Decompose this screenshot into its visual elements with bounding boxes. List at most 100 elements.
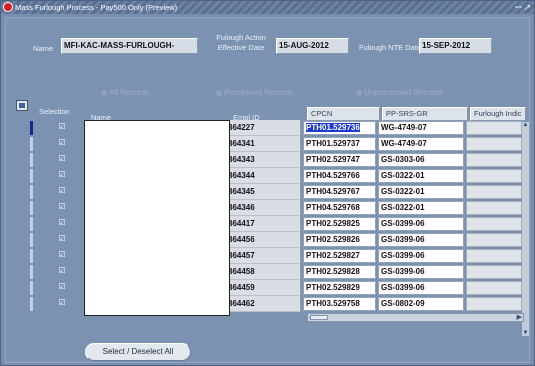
cpcn-cell[interactable]: PTH02.529828: [303, 265, 376, 279]
row-selection-indicator[interactable]: [30, 297, 33, 311]
cpcn-cell[interactable]: PTH02.529826: [303, 233, 376, 247]
furlough-indicator-cell[interactable]: [466, 153, 522, 167]
selection-checkbox[interactable]: ☑: [58, 203, 66, 211]
furlough-indicator-cell[interactable]: [466, 217, 522, 231]
title-bar[interactable]: Mass Furlough Process - Pay500 Only (Pre…: [1, 1, 534, 14]
cpcn-text: PTH02.529829: [306, 283, 360, 292]
furlough-indicator-cell[interactable]: [466, 297, 522, 311]
empl-id-cell[interactable]: 364341: [225, 136, 301, 152]
pp-srs-gr-cell[interactable]: GS-0399-06: [378, 249, 464, 263]
cpcn-cell[interactable]: PTH01.529737: [303, 137, 376, 151]
selection-checkbox[interactable]: ☑: [58, 235, 66, 243]
empl-id-cell[interactable]: 364346: [225, 200, 301, 216]
cpcn-cell[interactable]: PTH02.529827: [303, 249, 376, 263]
cpcn-cell[interactable]: PTH03.529758: [303, 297, 376, 311]
furlough-indicator-cell[interactable]: [466, 233, 522, 247]
name-field[interactable]: MFI-KAC-MASS-FURLOUGH-: [61, 38, 198, 54]
cpcn-text: PTH02.529747: [306, 155, 360, 164]
empl-id-cell[interactable]: 364457: [225, 248, 301, 264]
select-deselect-all-button[interactable]: Select / Deselect All: [85, 343, 191, 361]
toolbar-icon-button[interactable]: [16, 100, 28, 111]
cpcn-cell[interactable]: PTH04.529768: [303, 201, 376, 215]
pp-srs-gr-cell[interactable]: GS-0399-06: [378, 281, 464, 295]
cpcn-cell[interactable]: PTH02.529829: [303, 281, 376, 295]
pp-srs-gr-cell[interactable]: GS-0399-06: [378, 265, 464, 279]
cpcn-cell[interactable]: PTH02.529747: [303, 153, 376, 167]
row-selection-indicator[interactable]: [30, 265, 33, 279]
empl-id-cell[interactable]: 364417: [225, 216, 301, 232]
row-selection-indicator[interactable]: [30, 185, 33, 199]
pp-srs-gr-cell[interactable]: GS-0322-01: [378, 201, 464, 215]
furlough-indicator-cell[interactable]: [466, 249, 522, 263]
selection-checkbox[interactable]: ☑: [58, 187, 66, 195]
empl-id-cell[interactable]: 364227: [225, 120, 301, 136]
empl-id-cell[interactable]: 364456: [225, 232, 301, 248]
empl-id-cell[interactable]: 364345: [225, 184, 301, 200]
radio-unprocessed-records[interactable]: Unprocessed Records: [356, 88, 443, 97]
scroll-right-icon[interactable]: ▶: [517, 314, 522, 321]
row-selection-indicator[interactable]: [30, 249, 33, 263]
selection-checkbox[interactable]: ☑: [58, 283, 66, 291]
row-selection-indicator[interactable]: [30, 121, 33, 135]
empl-id-cell[interactable]: 364459: [225, 280, 301, 296]
furlough-indicator-cell[interactable]: [466, 281, 522, 295]
cpcn-cell[interactable]: PTH01.529736: [303, 121, 376, 135]
selection-checkbox[interactable]: ☑: [58, 219, 66, 227]
selection-checkbox[interactable]: ☑: [58, 251, 66, 259]
pp-srs-gr-column-header[interactable]: PP-SRS-GR: [382, 107, 468, 121]
scroll-thumb[interactable]: [310, 315, 328, 320]
furlough-indicator-cell[interactable]: [466, 201, 522, 215]
selection-checkbox[interactable]: ☑: [58, 155, 66, 163]
cpcn-column-header[interactable]: CPCN: [307, 107, 380, 121]
furlough-nte-date-field[interactable]: 15-SEP-2012: [419, 38, 492, 54]
radio-all-records[interactable]: All Records: [101, 88, 150, 97]
empl-id-cell[interactable]: 364343: [225, 152, 301, 168]
cpcn-cell[interactable]: PTH04.529767: [303, 185, 376, 199]
selection-checkbox[interactable]: ☑: [58, 299, 66, 307]
window-controls[interactable]: ꟷ ↗: [515, 1, 530, 14]
furlough-indicator-column-header[interactable]: Furlough Indic: [470, 107, 526, 121]
action-date-label-line1: Fulough Action: [216, 33, 266, 42]
row-selection-indicator[interactable]: [30, 169, 33, 183]
furlough-indicator-cell[interactable]: [466, 121, 522, 135]
row-selection-indicator[interactable]: [30, 233, 33, 247]
cpcn-cell[interactable]: PTH04.529766: [303, 169, 376, 183]
row-selection-indicator[interactable]: [30, 217, 33, 231]
pp-srs-gr-cell[interactable]: WG-4749-07: [378, 137, 464, 151]
vertical-scrollbar[interactable]: ▲ ▼: [522, 122, 529, 336]
cpcn-cell[interactable]: PTH02.529825: [303, 217, 376, 231]
selection-checkbox[interactable]: ☑: [58, 171, 66, 179]
radio-icon: [101, 89, 107, 96]
row-selection-indicator[interactable]: [30, 201, 33, 215]
selection-checkbox[interactable]: ☑: [58, 139, 66, 147]
pp-srs-gr-cell[interactable]: GS-0399-06: [378, 217, 464, 231]
pp-srs-gr-cell[interactable]: GS-0322-01: [378, 169, 464, 183]
selection-checkbox[interactable]: ☑: [58, 267, 66, 275]
empl-id-cell[interactable]: 364462: [225, 296, 301, 312]
furlough-indicator-cell[interactable]: [466, 185, 522, 199]
scroll-up-icon[interactable]: ▲: [522, 122, 529, 128]
pp-srs-gr-cell[interactable]: GS-0802-09: [378, 297, 464, 311]
row-selection-indicator[interactable]: [30, 153, 33, 167]
radio-icon: [356, 89, 362, 96]
cpcn-text: PTH04.529768: [306, 203, 360, 212]
pp-srs-gr-cell[interactable]: GS-0303-06: [378, 153, 464, 167]
scroll-down-icon[interactable]: ▼: [522, 330, 529, 336]
empl-id-cell[interactable]: 364344: [225, 168, 301, 184]
row-selection-indicator[interactable]: [30, 281, 33, 295]
furlough-indicator-cell[interactable]: [466, 265, 522, 279]
cpcn-text: PTH01.529736: [306, 123, 360, 132]
radio-label: Processed Records: [224, 88, 294, 97]
pp-srs-gr-cell[interactable]: GS-0399-06: [378, 233, 464, 247]
name-column-redacted: [84, 120, 230, 316]
horizontal-scrollbar[interactable]: ◀ ▶: [307, 313, 524, 322]
furlough-indicator-cell[interactable]: [466, 169, 522, 183]
furlough-action-date-field[interactable]: 15-AUG-2012: [276, 38, 349, 54]
row-selection-indicator[interactable]: [30, 137, 33, 151]
selection-checkbox[interactable]: ☑: [58, 123, 66, 131]
empl-id-cell[interactable]: 364458: [225, 264, 301, 280]
furlough-indicator-cell[interactable]: [466, 137, 522, 151]
radio-processed-records[interactable]: Processed Records: [216, 88, 294, 97]
pp-srs-gr-cell[interactable]: GS-0322-01: [378, 185, 464, 199]
pp-srs-gr-cell[interactable]: WG-4749-07: [378, 121, 464, 135]
